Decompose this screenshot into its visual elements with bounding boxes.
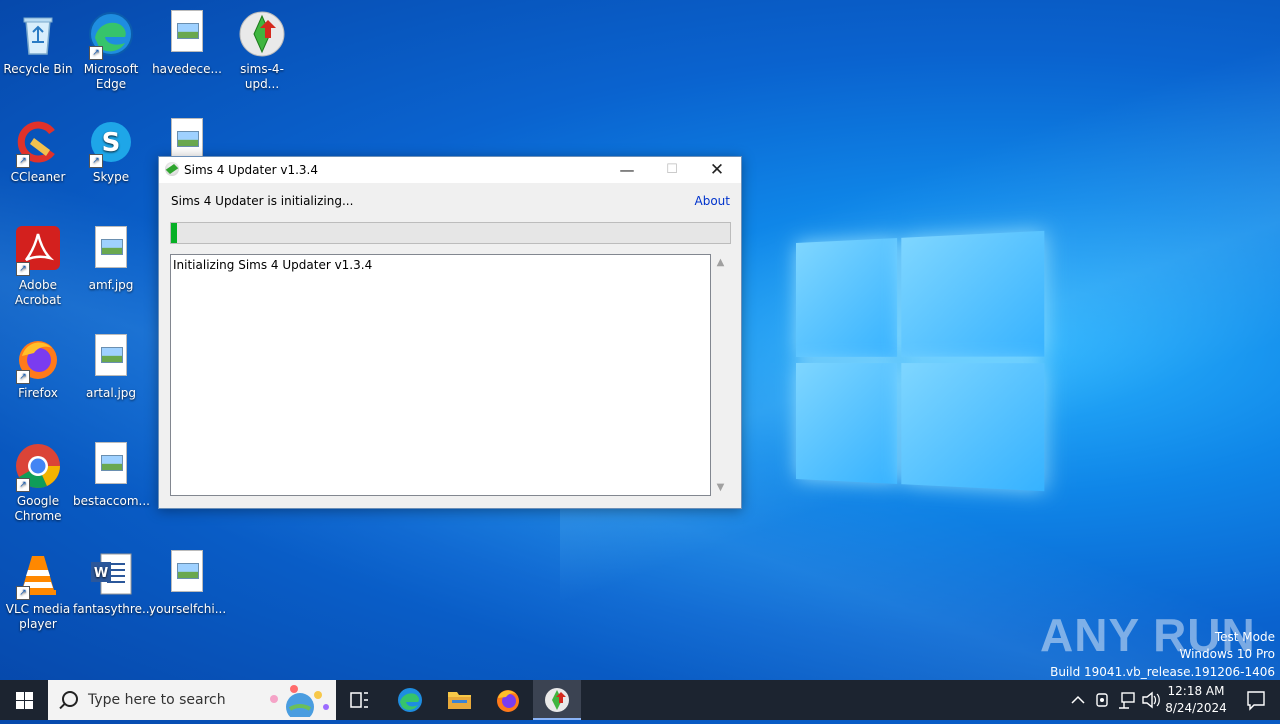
image-file-icon xyxy=(163,550,211,598)
desktop-icon-ccleaner[interactable]: ↗ CCleaner xyxy=(0,112,76,185)
chrome-icon: ↗ xyxy=(14,442,62,492)
log-textarea[interactable]: Initializing Sims 4 Updater v1.3.4 xyxy=(170,254,711,496)
taskbar-edge-button[interactable] xyxy=(386,680,434,720)
start-button[interactable] xyxy=(0,680,48,720)
desktop-icon-amf-jpg[interactable]: amf.jpg xyxy=(73,220,149,293)
taskbar: Type here to search 12:18 AM 8/24/2024 xyxy=(0,680,1280,720)
image-file-icon xyxy=(87,442,135,490)
maximize-button[interactable]: ☐ xyxy=(649,157,695,183)
network-icon[interactable] xyxy=(1116,680,1138,720)
search-highlight-illustration-icon xyxy=(270,685,329,717)
taskbar-file-explorer-button[interactable] xyxy=(435,680,483,720)
search-icon xyxy=(62,691,78,707)
search-placeholder: Type here to search xyxy=(88,692,226,708)
taskbar-search-box[interactable]: Type here to search xyxy=(48,680,336,720)
firefox-icon: ↗ xyxy=(14,334,62,384)
vlc-icon: ↗ xyxy=(14,550,62,600)
svg-text:S: S xyxy=(102,128,121,158)
meet-now-icon[interactable] xyxy=(1092,680,1114,720)
acrobat-icon: ↗ xyxy=(14,226,62,276)
desktop-icon-sims-4-updater[interactable]: sims-4-upd... xyxy=(224,4,300,92)
scroll-down-arrow-icon[interactable]: ▼ xyxy=(712,479,729,496)
status-text: Sims 4 Updater is initializing... xyxy=(171,194,354,208)
task-view-button[interactable] xyxy=(336,680,384,720)
skype-icon: S ↗ xyxy=(87,118,135,168)
svg-text:W: W xyxy=(94,566,108,581)
desktop-icon-fantasythre[interactable]: W fantasythre... xyxy=(73,544,153,617)
ccleaner-icon: ↗ xyxy=(14,118,62,168)
watermark-os: Windows 10 Pro xyxy=(1179,647,1275,661)
desktop-icon-artal-jpg[interactable]: artal.jpg xyxy=(73,328,149,401)
image-file-icon xyxy=(87,334,135,382)
progress-bar xyxy=(170,222,731,244)
volume-icon[interactable] xyxy=(1140,680,1162,720)
watermark-test-mode: Test Mode xyxy=(1214,630,1275,644)
desktop-icon-bestaccom[interactable]: bestaccom... xyxy=(73,436,150,509)
sims-updater-window: Sims 4 Updater v1.3.4 — ☐ ✕ Sims 4 Updat… xyxy=(158,156,742,509)
desktop-icon-havedece[interactable]: havedece... xyxy=(149,4,225,77)
clock-date: 8/24/2024 xyxy=(1165,701,1227,715)
minimize-button[interactable]: — xyxy=(604,157,650,183)
recycle-bin-icon xyxy=(14,10,62,58)
word-document-icon: W xyxy=(87,550,135,598)
taskbar-clock[interactable]: 12:18 AM 8/24/2024 xyxy=(1164,683,1228,717)
desktop-icon-microsoft-edge[interactable]: ↗ Microsoft Edge xyxy=(73,4,149,92)
sims-updater-icon xyxy=(238,10,286,58)
desktop-icon-adobe-acrobat[interactable]: ↗ Adobe Acrobat xyxy=(0,220,76,308)
desktop-icon-yourselfchi[interactable]: yourselfchi... xyxy=(149,544,226,617)
windows-wallpaper-logo xyxy=(796,230,1045,492)
desktop-icon-google-chrome[interactable]: ↗ Google Chrome xyxy=(0,436,76,524)
edge-icon: ↗ xyxy=(87,10,135,60)
log-scrollbar[interactable]: ▲ ▼ xyxy=(712,254,729,496)
about-link[interactable]: About xyxy=(695,194,730,208)
watermark-build: Build 19041.vb_release.191206-1406 xyxy=(1050,665,1275,679)
desktop-icon-firefox[interactable]: ↗ Firefox xyxy=(0,328,76,401)
taskbar-sims-updater-button[interactable] xyxy=(533,680,581,720)
image-file-icon xyxy=(163,10,211,58)
taskbar-firefox-button[interactable] xyxy=(484,680,532,720)
action-center-notification-icon[interactable] xyxy=(1232,680,1280,720)
app-icon xyxy=(165,162,179,176)
window-titlebar[interactable]: Sims 4 Updater v1.3.4 — ☐ ✕ xyxy=(159,157,741,183)
show-hidden-icons-chevron-icon[interactable] xyxy=(1068,680,1088,720)
clock-time: 12:18 AM xyxy=(1167,684,1225,698)
progress-fill xyxy=(171,223,177,243)
image-file-icon xyxy=(87,226,135,274)
window-title: Sims 4 Updater v1.3.4 xyxy=(184,163,318,177)
desktop-icon-vlc[interactable]: ↗ VLC media player xyxy=(0,544,76,632)
desktop-icon-skype[interactable]: S ↗ Skype xyxy=(73,112,149,185)
desktop-icon-recycle-bin[interactable]: Recycle Bin xyxy=(0,4,76,77)
scroll-up-arrow-icon[interactable]: ▲ xyxy=(712,254,729,271)
close-button[interactable]: ✕ xyxy=(694,157,740,183)
